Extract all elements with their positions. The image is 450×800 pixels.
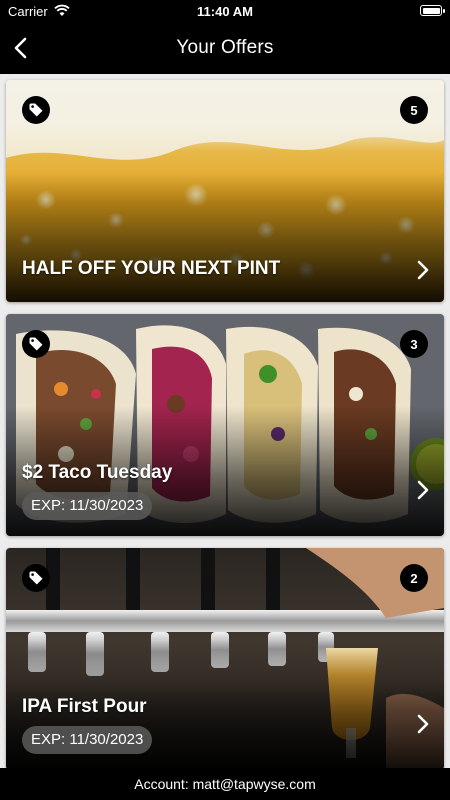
tag-icon <box>22 330 50 358</box>
offer-card[interactable]: 5 HALF OFF YOUR NEXT PINT <box>6 80 444 302</box>
offer-card[interactable]: 2 IPA First Pour EXP: 11/30/2023 <box>6 548 444 770</box>
expiration-badge: EXP: 11/30/2023 <box>22 492 153 520</box>
account-footer: Account: matt@tapwyse.com <box>0 768 450 800</box>
offer-title: $2 Taco Tuesday <box>22 462 173 483</box>
offer-title: HALF OFF YOUR NEXT PINT <box>22 258 281 279</box>
image-overlay <box>6 172 444 302</box>
offer-count-badge: 5 <box>400 96 428 124</box>
chevron-right-icon <box>417 480 429 500</box>
battery-icon <box>420 5 445 16</box>
offers-list: 5 HALF OFF YOUR NEXT PINT 3 $2 Taco Tues… <box>6 80 444 782</box>
page-title: Your Offers <box>176 37 274 58</box>
expiration-badge: EXP: 11/30/2023 <box>22 726 153 754</box>
tag-icon <box>22 564 50 592</box>
chevron-right-icon <box>417 714 429 734</box>
account-label: Account: matt@tapwyse.com <box>134 776 316 792</box>
nav-bar: Your Offers <box>0 24 450 74</box>
status-bar: Carrier 11:40 AM <box>0 0 450 24</box>
offer-count-badge: 3 <box>400 330 428 358</box>
tag-icon <box>22 96 50 124</box>
offer-title: IPA First Pour <box>22 696 147 717</box>
clock: 11:40 AM <box>197 4 253 19</box>
offer-card[interactable]: 3 $2 Taco Tuesday EXP: 11/30/2023 <box>6 314 444 536</box>
offer-count-badge: 2 <box>400 564 428 592</box>
chevron-right-icon <box>417 260 429 280</box>
